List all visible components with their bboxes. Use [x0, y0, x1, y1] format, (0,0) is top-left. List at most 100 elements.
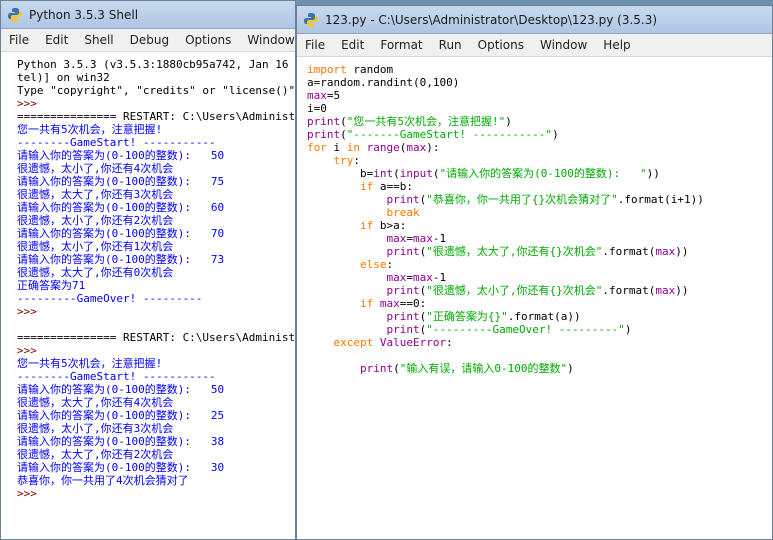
editor-menu-help[interactable]: Help — [595, 38, 638, 52]
code-token: import — [307, 63, 347, 76]
shell-line: 很遗憾，太小了,你还有2次机会 — [17, 214, 174, 227]
shell-window[interactable]: Python 3.5.3 Shell File Edit Shell Debug… — [0, 0, 296, 540]
shell-line: 请输入你的答案为(0-100的整数): 75 — [17, 175, 225, 188]
code-token: ( — [340, 128, 347, 141]
code-line: except ValueError: — [307, 336, 772, 349]
code-token: try — [333, 154, 354, 167]
editor-window[interactable]: 123.py - C:\Users\Administrator\Desktop\… — [296, 5, 773, 540]
code-token: ( — [340, 115, 347, 128]
code-token: ) — [624, 323, 632, 336]
code-token: max — [655, 245, 676, 258]
shell-line: 正确答案为71 — [17, 279, 86, 292]
shell-menu-shell[interactable]: Shell — [76, 33, 121, 47]
code-token: "您一共有5次机会，注意把握!" — [346, 115, 506, 128]
code-token: print — [307, 115, 341, 128]
python-icon — [8, 7, 22, 22]
shell-line: 您一共有5次机会，注意把握! — [17, 123, 163, 136]
code-token: ( — [393, 167, 400, 180]
code-line: a=random.randint(0,100) — [307, 76, 772, 89]
shell-titlebar[interactable]: Python 3.5.3 Shell — [1, 1, 295, 29]
code-editor-area[interactable]: import random a=random.randint(0,100) max=… — [297, 57, 772, 539]
code-token: i=0 — [307, 102, 327, 115]
code-line: max=max-1 — [307, 271, 772, 284]
code-token: "恭喜你，你一共用了{}次机会猜对了" — [426, 193, 618, 206]
shell-output-area[interactable]: Python 3.5.3 (v3.5.3:1880cb95a742, Jan 1… — [1, 52, 295, 539]
code-line: max=max-1 — [307, 232, 772, 245]
code-token: print — [386, 193, 420, 206]
code-token: .format( — [602, 245, 656, 258]
shell-line: Type "copyright", "credits" or "license(… — [17, 84, 295, 97]
code-token: b>a: — [373, 219, 407, 232]
code-line: print("---------GameOver! ---------") — [307, 323, 772, 336]
code-line: b=int(input("请输入你的答案为(0-100的整数): ")) — [307, 167, 772, 180]
shell-line: 请输入你的答案为(0-100的整数): 60 — [17, 201, 225, 214]
shell-line: 很遗憾，太小了,你还有1次机会 — [17, 240, 174, 253]
code-line: print("正确答案为{}".format(a)) — [307, 310, 772, 323]
python-file-icon — [304, 12, 318, 27]
shell-menu-debug[interactable]: Debug — [122, 33, 177, 47]
code-token: range — [366, 141, 400, 154]
shell-menu-edit[interactable]: Edit — [37, 33, 76, 47]
code-token: max — [386, 271, 407, 284]
shell-line: --------GameStart! ----------- — [17, 136, 216, 149]
code-line: import random — [307, 63, 772, 76]
shell-line: 请输入你的答案为(0-100的整数): 50 — [17, 383, 225, 396]
code-token: if — [359, 297, 374, 310]
editor-menu-options[interactable]: Options — [470, 38, 532, 52]
editor-menu-file[interactable]: File — [297, 38, 333, 52]
code-token: "很遗憾，太大了,你还有{}次机会" — [426, 245, 603, 258]
shell-line: >>> — [17, 97, 37, 110]
shell-line: >>> — [17, 487, 37, 500]
code-token: "正确答案为{}" — [426, 310, 508, 323]
code-token: int — [373, 167, 394, 180]
code-token: ) — [505, 115, 512, 128]
code-token: )) — [675, 284, 689, 297]
code-line: print("输入有误，请输入0-100的整数") — [307, 362, 772, 375]
code-token: ValueError — [379, 336, 447, 349]
code-token: print — [386, 284, 420, 297]
code-line: for i in range(max): — [307, 141, 772, 154]
shell-line: 很遗憾，太大了,你还有0次机会 — [17, 266, 174, 279]
shell-line: Python 3.5.3 (v3.5.3:1880cb95a742, Jan 1… — [17, 58, 295, 71]
code-token: else — [359, 258, 387, 271]
shell-line: tel)] on win32 — [17, 71, 110, 84]
code-line: if b>a: — [307, 219, 772, 232]
code-token: ): — [426, 141, 440, 154]
code-line: i=0 — [307, 102, 772, 115]
code-token: : — [386, 258, 394, 271]
shell-line: 很遗憾，太小了,你还有3次机会 — [17, 422, 174, 435]
code-line: try: — [307, 154, 772, 167]
code-token: "很遗憾，太小了,你还有{}次机会" — [426, 284, 603, 297]
shell-line: 很遗憾，太小了,你还有4次机会 — [17, 162, 174, 175]
code-token: a=random.randint(0,100) — [307, 76, 460, 89]
code-token: .format( — [602, 284, 656, 297]
code-token: "-------GameStart! -----------" — [346, 128, 553, 141]
editor-menu-run[interactable]: Run — [431, 38, 470, 52]
shell-line: 请输入你的答案为(0-100的整数): 30 — [17, 461, 225, 474]
editor-menu-window[interactable]: Window — [532, 38, 595, 52]
editor-menu-format[interactable]: Format — [372, 38, 430, 52]
code-token: break — [386, 206, 420, 219]
code-token: for — [307, 141, 327, 154]
code-token: .format(i+1)) — [617, 193, 704, 206]
code-token: b= — [307, 167, 374, 180]
shell-menu-file[interactable]: File — [1, 33, 37, 47]
code-token: max — [386, 232, 407, 245]
editor-menu-edit[interactable]: Edit — [333, 38, 372, 52]
shell-line: 恭喜你，你一共用了4次机会猜对了 — [17, 474, 189, 487]
shell-menu-options[interactable]: Options — [177, 33, 239, 47]
code-token: print — [386, 245, 420, 258]
editor-titlebar[interactable]: 123.py - C:\Users\Administrator\Desktop\… — [297, 6, 772, 34]
shell-menu-window[interactable]: Window — [239, 33, 295, 47]
shell-line: 请输入你的答案为(0-100的整数): 25 — [17, 409, 225, 422]
shell-line: =============== RESTART: C:\Users\Admini… — [17, 331, 295, 344]
code-token: max — [412, 271, 433, 284]
